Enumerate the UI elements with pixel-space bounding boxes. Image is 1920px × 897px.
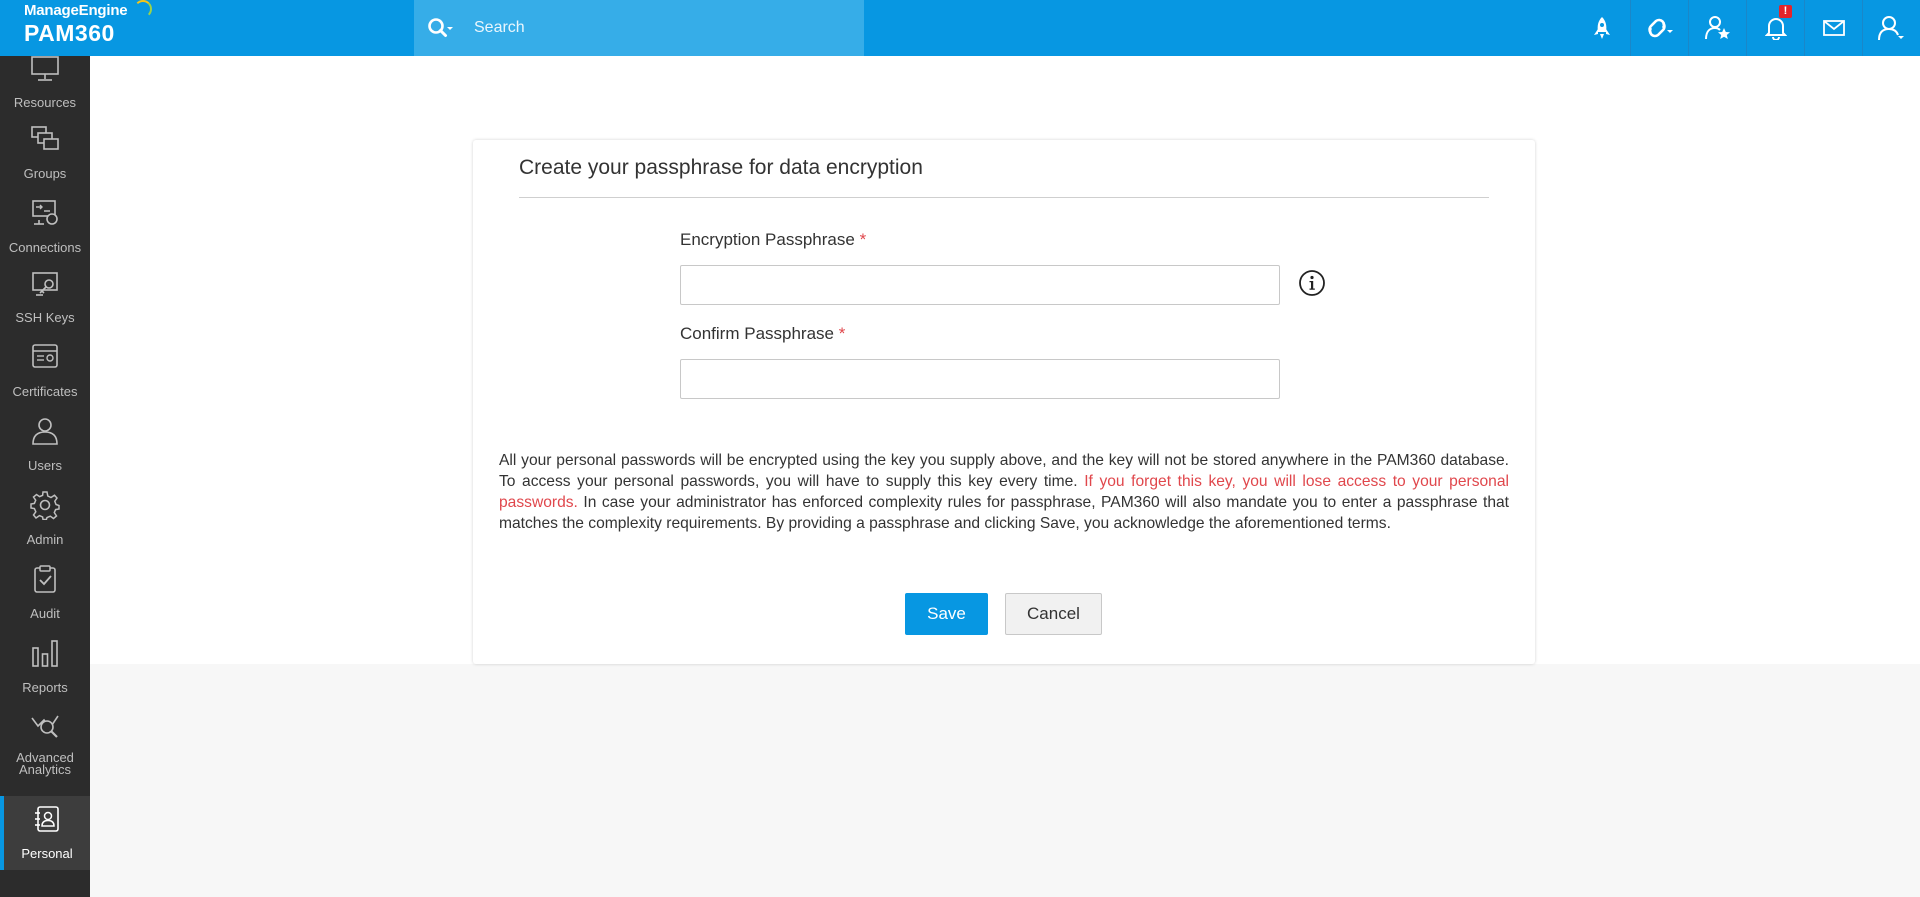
sidebar-item-label: Users — [28, 458, 62, 473]
bar-chart-icon — [30, 638, 60, 668]
analytics-icon — [30, 710, 60, 740]
encryption-notice: All your personal passwords will be encr… — [499, 450, 1509, 534]
sidebar-item-label: Certificates — [12, 384, 78, 399]
user-star-icon[interactable] — [1688, 0, 1746, 56]
connections-icon — [30, 198, 60, 228]
sidebar-item-ssh-keys[interactable]: SSH Keys — [0, 262, 90, 336]
groups-icon — [30, 124, 60, 154]
sidebar-item-label: Personal — [21, 846, 73, 861]
encryption-passphrase-label: Encryption Passphrase * — [680, 230, 866, 250]
brand-name: ManageEngine — [24, 2, 128, 19]
clipboard-check-icon — [30, 564, 60, 594]
title-divider — [519, 197, 1489, 198]
sidebar-item-label: Resources — [13, 95, 77, 110]
sidebar-item-label: Groups — [23, 166, 67, 181]
sidebar-item-admin[interactable]: Admin — [0, 484, 90, 558]
required-marker: * — [859, 230, 867, 249]
sidebar-item-advanced-analytics[interactable]: Advanced Analytics — [0, 706, 90, 780]
confirm-passphrase-label: Confirm Passphrase * — [680, 324, 845, 344]
rocket-icon[interactable] — [1573, 0, 1630, 56]
link-icon[interactable] — [1630, 0, 1688, 56]
sidebar-item-label: Reports — [22, 680, 68, 695]
sidebar-item-label: Advanced Analytics — [16, 750, 74, 777]
sidebar-item-label: Admin — [26, 532, 64, 547]
user-icon — [30, 416, 60, 446]
sidebar-item-label: Connections — [8, 240, 82, 255]
sidebar-item-users[interactable]: Users — [0, 410, 90, 484]
sidebar-item-reports[interactable]: Reports — [0, 632, 90, 706]
sidebar-item-connections[interactable]: Connections — [0, 188, 90, 262]
required-marker: * — [838, 324, 846, 343]
sidebar-item-audit[interactable]: Audit — [0, 558, 90, 632]
encryption-passphrase-input[interactable] — [680, 265, 1280, 305]
sidebar: Resources Groups Connections SSH Keys Ce… — [0, 56, 90, 897]
sidebar-item-label: SSH Keys — [15, 310, 75, 325]
cancel-button[interactable]: Cancel — [1005, 593, 1102, 635]
top-icons: ! — [1573, 0, 1920, 56]
certificate-icon — [30, 342, 60, 372]
sidebar-item-groups[interactable]: Groups — [0, 114, 90, 188]
page-title: Create your passphrase for data encrypti… — [519, 156, 923, 179]
mail-icon[interactable] — [1804, 0, 1862, 56]
sidebar-item-personal[interactable]: Personal — [0, 796, 90, 870]
sidebar-item-certificates[interactable]: Certificates — [0, 336, 90, 410]
save-button[interactable]: Save — [905, 593, 988, 635]
info-icon[interactable] — [1299, 270, 1325, 296]
bell-icon[interactable]: ! — [1746, 0, 1804, 56]
monitor-icon — [30, 54, 60, 84]
notice-text: In case your administrator has enforced … — [499, 494, 1509, 532]
personal-contact-icon — [32, 804, 62, 834]
ssh-key-icon — [30, 270, 60, 300]
logo-swoosh-icon — [134, 0, 152, 18]
encryption-passphrase-label-text: Encryption Passphrase — [680, 230, 855, 249]
search-bar — [414, 0, 864, 56]
sidebar-item-resources[interactable]: Resources — [0, 40, 90, 114]
gear-icon — [30, 490, 60, 521]
search-input[interactable] — [472, 18, 856, 38]
user-menu-icon[interactable] — [1862, 0, 1920, 56]
search-icon[interactable] — [426, 14, 458, 42]
sidebar-item-label: Audit — [30, 606, 60, 621]
top-bar: ManageEngine PAM360 ! — [0, 0, 1920, 56]
confirm-passphrase-input[interactable] — [680, 359, 1280, 399]
notification-badge: ! — [1779, 5, 1792, 18]
passphrase-card: Create your passphrase for data encrypti… — [473, 140, 1535, 664]
confirm-passphrase-label-text: Confirm Passphrase — [680, 324, 835, 343]
